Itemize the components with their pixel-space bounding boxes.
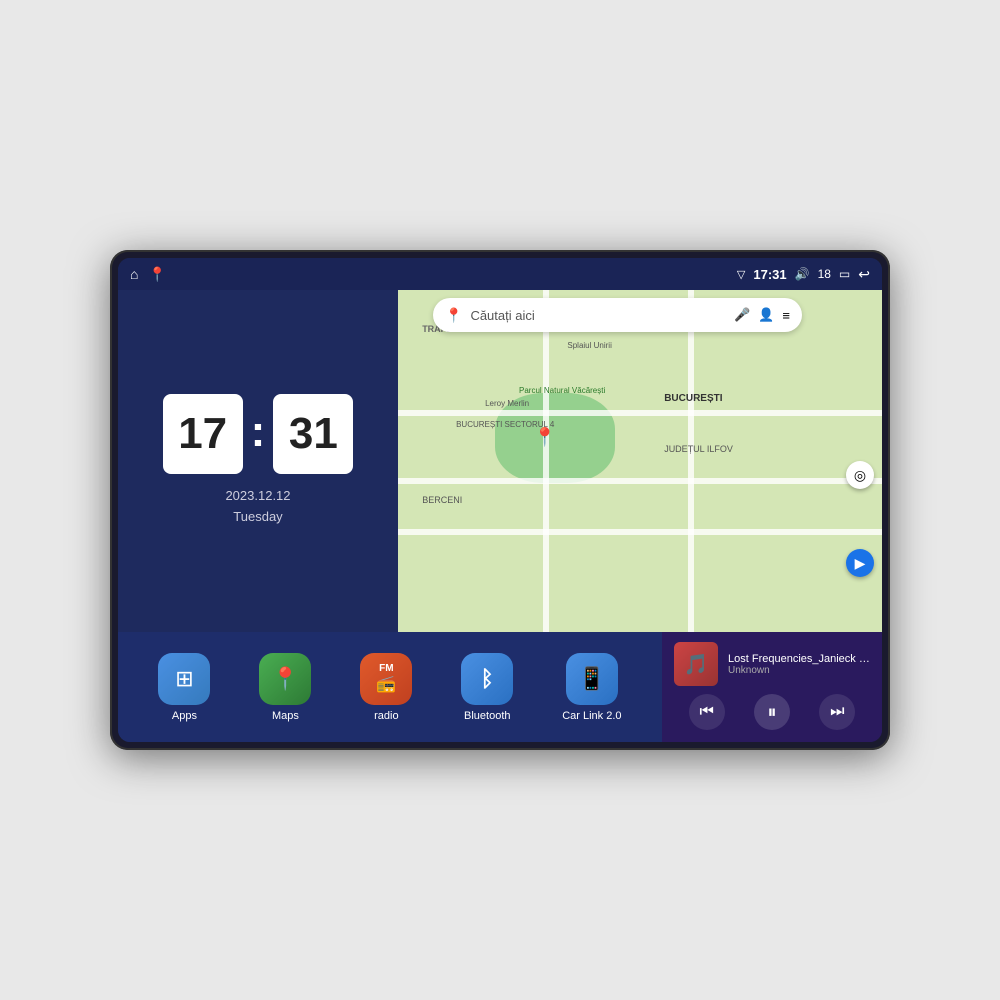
status-time: 17:31: [753, 267, 786, 282]
battery-level: 18: [818, 267, 831, 281]
apps-label: Apps: [172, 710, 197, 722]
date-value: 2023.12.12: [225, 486, 290, 507]
map-label-berceni: BERCENI: [422, 495, 462, 505]
map-panel: TRAPEZULUI BUCUREȘTI JUDEȚUL ILFOV BERCE…: [398, 290, 882, 632]
next-button[interactable]: ⏭: [819, 694, 855, 730]
clock-hour: 17: [163, 394, 243, 474]
play-pause-button[interactable]: ⏸: [754, 694, 790, 730]
bluetooth-icon: ᛒ: [461, 653, 513, 705]
maps-label: Maps: [272, 710, 299, 722]
status-bar: ⌂ 📍 ▽ 17:31 🔊 18 ▭ ↩: [118, 258, 882, 290]
map-pin-main: 📍: [534, 427, 556, 448]
maps-logo-icon: 📍: [445, 307, 462, 324]
status-left-icons: ⌂ 📍: [130, 266, 166, 283]
radio-icon: FM 📻: [360, 653, 412, 705]
road-h1: [398, 410, 882, 416]
navigate-button[interactable]: ▶: [846, 549, 874, 577]
account-icon[interactable]: 👤: [758, 307, 774, 323]
maps-icon[interactable]: 📍: [148, 266, 165, 283]
screen: ⌂ 📍 ▽ 17:31 🔊 18 ▭ ↩ 17 : 31: [118, 258, 882, 742]
app-item-radio[interactable]: FM 📻 radio: [360, 653, 412, 722]
road-h3: [398, 529, 882, 535]
map-background: TRAPEZULUI BUCUREȘTI JUDEȚUL ILFOV BERCE…: [398, 290, 882, 632]
bluetooth-label: Bluetooth: [464, 710, 510, 722]
apps-icon: ⊞: [158, 653, 210, 705]
map-search-bar[interactable]: 📍 Căutați aici 🎤 👤 ≡: [433, 298, 802, 332]
map-label-leroy: Leroy Merlin: [485, 399, 529, 408]
carlink-icon: 📱: [566, 653, 618, 705]
app-item-carlink[interactable]: 📱 Car Link 2.0: [562, 653, 621, 722]
battery-icon: ▭: [839, 267, 850, 281]
left-panel: 17 : 31 2023.12.12 Tuesday: [118, 290, 398, 632]
music-info: 🎵 Lost Frequencies_Janieck Devy-... Unkn…: [674, 642, 870, 686]
clock-minute: 31: [273, 394, 353, 474]
date-display: 2023.12.12 Tuesday: [225, 486, 290, 528]
music-player: 🎵 Lost Frequencies_Janieck Devy-... Unkn…: [662, 632, 882, 742]
music-details: Lost Frequencies_Janieck Devy-... Unknow…: [728, 653, 870, 676]
app-item-maps[interactable]: 📍 Maps: [259, 653, 311, 722]
map-label-ilfov: JUDEȚUL ILFOV: [664, 444, 733, 454]
car-head-unit: ⌂ 📍 ▽ 17:31 🔊 18 ▭ ↩ 17 : 31: [110, 250, 890, 750]
radio-label: radio: [374, 710, 398, 722]
map-label-bucuresti: BUCUREȘTI: [664, 393, 722, 404]
map-label-parc: Parcul Natural Văcărești: [519, 386, 605, 395]
music-controls: ⏮ ⏸ ⏭: [674, 694, 870, 730]
signal-icon: ▽: [737, 268, 745, 281]
map-label-splai: Splaiul Unirii: [567, 341, 611, 350]
home-icon[interactable]: ⌂: [130, 266, 138, 282]
road-v1: [543, 290, 549, 632]
search-placeholder-text: Căutați aici: [470, 308, 726, 323]
bottom-panel: ⊞ Apps 📍 Maps FM 📻 radio: [118, 632, 882, 742]
music-title: Lost Frequencies_Janieck Devy-...: [728, 653, 870, 665]
app-item-bluetooth[interactable]: ᛒ Bluetooth: [461, 653, 513, 722]
app-item-apps[interactable]: ⊞ Apps: [158, 653, 210, 722]
clock-colon: :: [251, 407, 266, 457]
clock-display: 17 : 31: [163, 394, 354, 474]
carlink-label: Car Link 2.0: [562, 710, 621, 722]
music-artist: Unknown: [728, 665, 870, 676]
mic-icon[interactable]: 🎤: [734, 307, 750, 323]
prev-button[interactable]: ⏮: [689, 694, 725, 730]
volume-icon: 🔊: [795, 267, 810, 281]
day-value: Tuesday: [225, 507, 290, 528]
road-h2: [398, 478, 882, 484]
more-icon[interactable]: ≡: [782, 308, 790, 323]
compass-button[interactable]: ◎: [846, 461, 874, 489]
album-art: 🎵: [674, 642, 718, 686]
maps-app-icon: 📍: [259, 653, 311, 705]
apps-section: ⊞ Apps 📍 Maps FM 📻 radio: [118, 632, 662, 742]
map-container[interactable]: TRAPEZULUI BUCUREȘTI JUDEȚUL ILFOV BERCE…: [398, 290, 882, 632]
road-v2: [688, 290, 694, 632]
main-content: 17 : 31 2023.12.12 Tuesday: [118, 290, 882, 632]
status-right-info: ▽ 17:31 🔊 18 ▭ ↩: [737, 266, 870, 283]
back-icon[interactable]: ↩: [858, 266, 870, 283]
